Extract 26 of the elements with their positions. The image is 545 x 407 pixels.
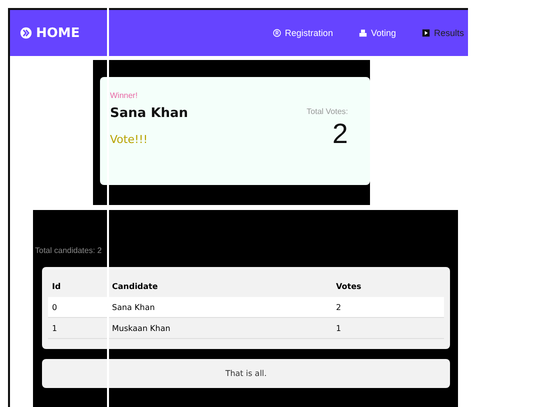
table-cell-text: 0 <box>52 302 58 312</box>
table-cell-text: 2 <box>336 302 342 312</box>
nav-link[interactable]: Registration <box>272 28 333 38</box>
total-votes-label: Total Votes: <box>306 107 348 116</box>
table-row[interactable]: 0 Sana Khan 2 <box>48 297 444 318</box>
table-row[interactable]: 1 Muskaan Khan 1 <box>48 318 444 339</box>
column-header: Candidate <box>112 282 159 290</box>
total-votes-count: 2 <box>332 118 348 150</box>
winner-label: Winner! <box>110 91 139 100</box>
ballot-box-icon <box>358 29 367 37</box>
table-cell-text: 1 <box>52 324 58 332</box>
winner-name: Sana Khan <box>110 106 188 121</box>
home-link[interactable]: HOME <box>20 26 80 40</box>
nav-link[interactable]: Voting <box>358 28 396 38</box>
footer-note: That is all. <box>42 359 450 388</box>
table-cell-text: 1 <box>336 324 342 332</box>
column-header: Votes <box>336 282 362 290</box>
table-cell-text: Sana Khan <box>112 302 156 312</box>
play-square-icon <box>422 29 430 37</box>
chevrons-icon <box>20 27 32 39</box>
total-candidates: Total candidates: 2 <box>35 246 103 255</box>
column-header: Id <box>52 282 62 290</box>
registered-icon <box>272 29 281 37</box>
table-cell-text: Muskaan Khan <box>112 324 172 332</box>
nav-link[interactable]: Results <box>422 28 464 38</box>
vote-message: Vote!!! <box>110 133 149 146</box>
